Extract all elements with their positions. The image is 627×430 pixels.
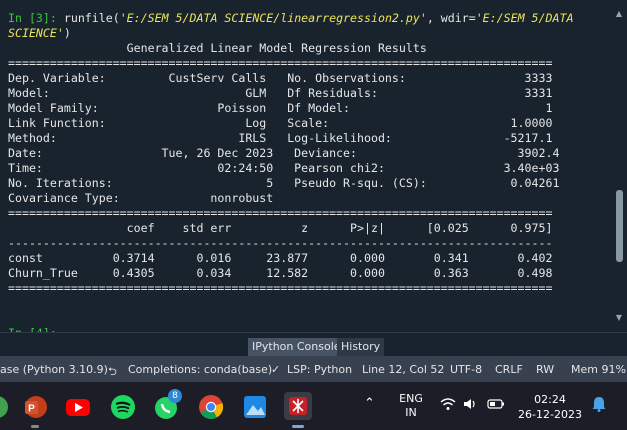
blank-line xyxy=(8,296,608,311)
language-indicator[interactable]: ENG IN xyxy=(394,392,428,420)
clock[interactable]: 02:24 26-12-2023 xyxy=(516,392,584,422)
command-mid: , wdir= xyxy=(426,11,476,25)
status-permissions: RW xyxy=(536,363,555,376)
clock-time: 02:24 xyxy=(534,393,566,406)
tab-history[interactable]: History xyxy=(337,338,385,356)
photos-icon[interactable] xyxy=(242,394,268,420)
status-interpreter[interactable]: ase (Python 3.10.9) xyxy=(0,363,108,376)
status-memory: Mem 91% xyxy=(571,363,626,376)
windows-taskbar: P 8 ⌃ ENG IN 02:24 26-12-2023 xyxy=(0,382,627,430)
notification-bell-icon[interactable] xyxy=(592,396,606,415)
whatsapp-badge: 8 xyxy=(168,389,182,403)
prompt-in-3: In [3]: xyxy=(8,11,57,25)
output-line: ========================================… xyxy=(8,206,553,220)
powerpoint-icon[interactable]: P xyxy=(22,394,48,420)
app-icon-partial[interactable] xyxy=(0,394,10,420)
status-eol: CRLF xyxy=(495,363,523,376)
output-line: No. Iterations: 5 Pseudo R-squ. (CS): 0.… xyxy=(8,176,560,190)
output-line: Method: IRLS Log-Likelihood: -5217.1 xyxy=(8,131,553,145)
command-end: ) xyxy=(63,26,71,40)
output-line: const 0.3714 0.016 23.877 0.000 0.341 0.… xyxy=(8,251,553,265)
output-line: Dep. Variable: CustServ Calls No. Observ… xyxy=(8,71,553,85)
battery-icon[interactable] xyxy=(487,398,505,413)
spyder-icon[interactable] xyxy=(284,392,312,420)
language-code: ENG xyxy=(399,392,423,405)
status-bar: ase (Python 3.10.9) ⮌ Completions: conda… xyxy=(0,356,627,382)
scrollbar-thumb[interactable] xyxy=(616,190,623,262)
completions-icon: ⮌ xyxy=(108,365,117,378)
status-completions[interactable]: Completions: conda(base) xyxy=(128,363,272,376)
checkmark-icon: ✓ xyxy=(271,363,281,376)
command-call: runfile( xyxy=(56,11,120,25)
output-line: Link Function: Log Scale: 1.0000 xyxy=(8,116,553,130)
scroll-down-arrow-icon[interactable]: ▼ xyxy=(614,314,624,322)
command-wdir-part2: SCIENCE' xyxy=(8,26,64,40)
ipython-console[interactable]: In [3]: runfile('E:/SEM 5/DATA SCIENCE/l… xyxy=(0,0,627,340)
output-line: ----------------------------------------… xyxy=(8,236,553,250)
scroll-up-arrow-icon[interactable]: ▲ xyxy=(614,10,624,18)
status-lsp[interactable]: LSP: Python xyxy=(287,363,352,376)
region-code: IN xyxy=(405,406,417,419)
output-line: ========================================… xyxy=(8,281,553,295)
command-wdir-part1: 'E:/SEM 5/DATA xyxy=(475,11,574,25)
output-line: Covariance Type: nonrobust xyxy=(8,191,274,205)
active-indicator xyxy=(292,425,304,428)
chrome-icon[interactable] xyxy=(198,394,224,420)
youtube-icon[interactable] xyxy=(65,394,91,420)
active-indicator xyxy=(31,425,39,428)
status-cursor-position: Line 12, Col 52 xyxy=(362,363,445,376)
output-line: Time: 02:24:50 Pearson chi2: 3.40e+03 xyxy=(8,161,560,175)
clock-date: 26-12-2023 xyxy=(518,408,582,421)
output-line: Model Family: Poisson Df Model: 1 xyxy=(8,101,553,115)
tab-ipython-console[interactable]: IPython Console xyxy=(248,338,345,356)
svg-text:P: P xyxy=(28,404,35,415)
spotify-icon[interactable] xyxy=(110,394,136,420)
output-line: coef std err z P>|z| [0.025 0.975] xyxy=(8,221,553,235)
output-line: ========================================… xyxy=(8,56,553,70)
wifi-icon[interactable] xyxy=(440,397,456,414)
blank-line xyxy=(8,311,608,326)
output-line: Date: Tue, 26 Dec 2023 Deviance: 3902.4 xyxy=(8,146,560,160)
output-line: Churn_True 0.4305 0.034 12.582 0.000 0.3… xyxy=(8,266,553,280)
console-tab-bar: IPython Console History xyxy=(0,332,627,357)
status-encoding: UTF-8 xyxy=(450,363,483,376)
console-scrollbar[interactable]: ▲ ▼ xyxy=(614,10,624,322)
chevron-up-icon[interactable]: ⌃ xyxy=(364,396,375,411)
output-line: Generalized Linear Model Regression Resu… xyxy=(8,41,427,55)
command-input-line: In [3]: runfile('E:/SEM 5/DATA SCIENCE/l… xyxy=(8,11,608,26)
output-line: Model: GLM Df Residuals: 3331 xyxy=(8,86,553,100)
command-path: 'E:/SEM 5/DATA SCIENCE/linearregression2… xyxy=(119,11,427,25)
speaker-icon[interactable] xyxy=(463,397,477,414)
command-continuation-line: SCIENCE') xyxy=(8,26,608,41)
